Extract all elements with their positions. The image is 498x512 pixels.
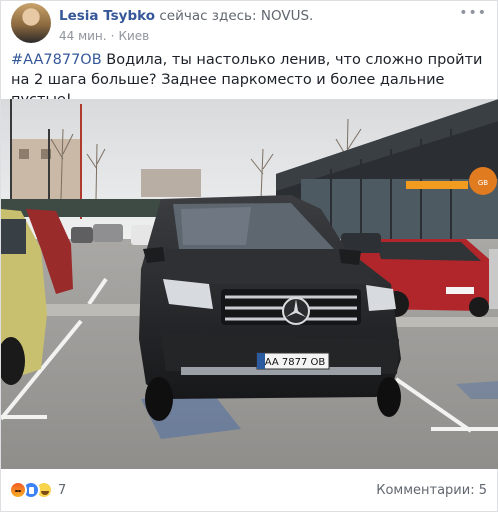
post-location[interactable]: Киев	[118, 29, 149, 43]
ellipsis-icon: •••	[459, 5, 487, 21]
hashtag-link[interactable]: #AA7877OB	[11, 52, 102, 68]
facebook-post: Lesia Tsybko сейчас здесь: NOVUS. 44 мин…	[0, 0, 498, 512]
post-time[interactable]: 44 мин.	[59, 29, 107, 43]
author-name[interactable]: Lesia Tsybko	[59, 8, 155, 24]
post-header-line: Lesia Tsybko сейчас здесь: NOVUS.	[59, 8, 313, 24]
reaction-count[interactable]: 7	[58, 483, 66, 498]
post-options-button[interactable]: •••	[459, 5, 487, 21]
post-photo[interactable]: GB AA 7877 OB	[1, 99, 498, 469]
place-name[interactable]: NOVUS.	[261, 8, 313, 24]
activity-text: сейчас здесь:	[159, 8, 257, 24]
license-plate-text: AA 7877 OB	[265, 357, 326, 368]
author-avatar[interactable]	[11, 3, 51, 43]
post-meta: Lesia Tsybko сейчас здесь: NOVUS. 44 мин…	[59, 3, 313, 47]
post-footer: 7 Комментарии: 5	[1, 471, 498, 509]
post-header: Lesia Tsybko сейчас здесь: NOVUS. 44 мин…	[11, 3, 313, 47]
parking-lot-photo: GB AA 7877 OB	[1, 99, 498, 469]
post-timestamp-line: 44 мин. · Киев	[59, 29, 313, 43]
svg-text:GB: GB	[478, 179, 488, 187]
angry-reaction-icon	[9, 481, 27, 499]
comments-count-link[interactable]: Комментарии: 5	[376, 483, 487, 498]
reactions-summary[interactable]: 7	[9, 481, 66, 499]
separator-dot: ·	[110, 29, 115, 43]
